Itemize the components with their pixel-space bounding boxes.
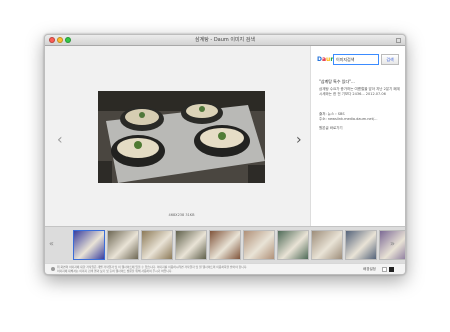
original-post-link[interactable]: 원본글 바로가기 xyxy=(319,126,343,131)
fullscreen-icon[interactable] xyxy=(396,38,401,43)
thumbnail-strip: « » xyxy=(45,226,405,263)
info-panel: Daum 이미지검색 검색 "삼계탕 특수 있다"... 삼계탕 수요가 증가하… xyxy=(310,46,405,226)
copyright-line-2: 이미지에 대해서는 이미지 검색 결과 보기 및 출처 웹사이트 방문을 위해 … xyxy=(57,268,173,273)
search-input[interactable]: 이미지검색 xyxy=(333,54,379,65)
black-background-swatch[interactable] xyxy=(389,267,394,272)
thumbnail-9[interactable] xyxy=(345,230,377,260)
window-title: 삼계탕 - Daum 이미지 검색 xyxy=(195,37,255,43)
next-image-button[interactable]: › xyxy=(296,132,302,148)
thumbnail-7[interactable] xyxy=(277,230,309,260)
strip-right-arrow[interactable]: » xyxy=(390,239,395,248)
previous-image-button[interactable]: ‹ xyxy=(57,132,63,148)
thumbnail-5[interactable] xyxy=(209,230,241,260)
image-title[interactable]: "삼계탕 특수 있다"... xyxy=(319,79,355,85)
samgyetang-photo xyxy=(98,91,265,183)
strip-left-arrow[interactable]: « xyxy=(49,239,54,248)
copyright-notice: 위 화면의 이미지에 대한 저작권은 개별 저작권자 및 이 웹사이트에 있을 … xyxy=(57,265,347,273)
info-icon xyxy=(51,267,55,271)
thumbnail-1[interactable] xyxy=(73,230,105,260)
image-description: 삼계탕 수요가 증가하는 여름철을 앞아 지난 2분기 폐계 시세와는 한 전 … xyxy=(319,87,400,96)
thumbnail-list xyxy=(73,230,405,260)
image-viewer: ‹ › 468X238 31KB xyxy=(45,46,307,226)
thumbnail-2[interactable] xyxy=(107,230,139,260)
thumbnail-4[interactable] xyxy=(175,230,207,260)
main-image[interactable] xyxy=(98,91,265,183)
image-dimensions: 468X238 31KB xyxy=(168,213,195,217)
thumbnail-6[interactable] xyxy=(243,230,275,260)
thumbnail-8[interactable] xyxy=(311,230,343,260)
image-viewer-window: 삼계탕 - Daum 이미지 검색 ‹ › 468X238 31KB Dau 이… xyxy=(44,34,406,275)
thumbnail-3[interactable] xyxy=(141,230,173,260)
title-bar: 삼계탕 - Daum 이미지 검색 xyxy=(45,35,405,46)
footer: 위 화면의 이미지에 대한 저작권은 개별 저작권자 및 이 웹사이트에 있을 … xyxy=(45,263,405,274)
search-button[interactable]: 검색 xyxy=(381,54,399,65)
image-source: 출처: 뉴스 › SBS 주소: newslink.media.daum.net… xyxy=(319,112,403,122)
white-background-swatch[interactable] xyxy=(382,267,387,272)
background-setting-label[interactable]: 배경설정 xyxy=(363,267,376,272)
source-url[interactable]: 주소: newslink.media.daum.net/... xyxy=(319,117,403,122)
